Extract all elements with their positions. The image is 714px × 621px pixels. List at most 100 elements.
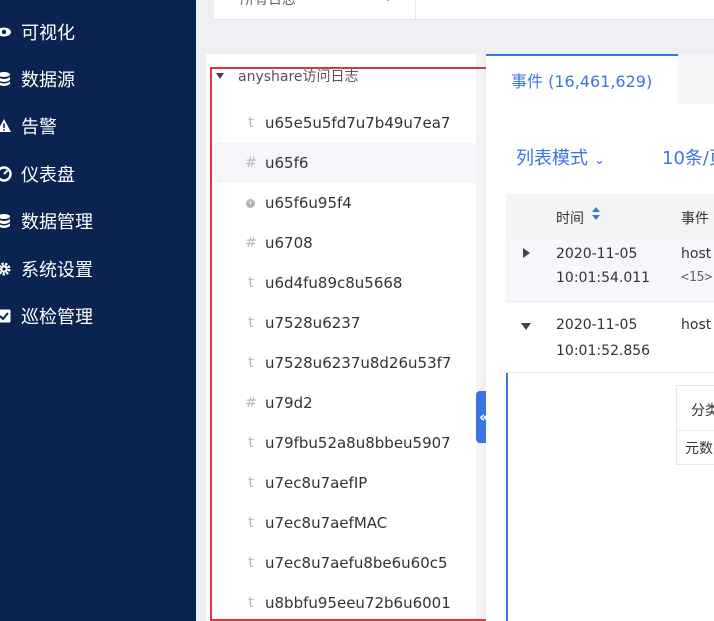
sidebar-item-label: 可视化: [21, 23, 75, 44]
column-header-time[interactable]: 时间: [556, 208, 584, 228]
field-name: u7ec8u7aefIP: [265, 474, 368, 492]
events-content: 列表模式 ⌄ 10条/页 时间 事件 2020-11-05 10:01:54.01…: [486, 104, 714, 621]
event-text: host: [681, 317, 712, 333]
text-type-icon: t: [248, 315, 254, 331]
field-name: u65f6u95f4: [265, 194, 352, 212]
expanded-row-indicator: [506, 373, 508, 621]
field-item[interactable]: # u65e5: [210, 88, 476, 103]
field-item[interactable]: u65f6u95f4: [210, 183, 476, 223]
field-item[interactable]: t u6d4fu89c8u5668: [210, 263, 476, 303]
field-name: u79fbu52a8u8bbeu5907: [265, 434, 451, 452]
field-name: u65f6: [265, 154, 309, 172]
event-time: 10:01:54.011: [556, 270, 651, 286]
page-size-select[interactable]: 10条/页: [662, 144, 714, 170]
number-type-icon: #: [245, 235, 257, 251]
warning-icon: [0, 118, 12, 134]
sidebar-item-data-management[interactable]: 数据管理: [0, 206, 93, 236]
table-row[interactable]: 2020-11-05 10:01:54.011 host <15>: [506, 240, 714, 302]
field-name: u65e5u5fd7u7b49u7ea7: [265, 114, 451, 132]
data-management-icon: [0, 213, 12, 229]
number-type-icon: #: [245, 155, 257, 171]
field-name: u7528u6237: [265, 314, 361, 332]
field-item[interactable]: t u8bbfu95eeu72b6u6001: [210, 583, 476, 621]
sidebar-item-alert[interactable]: 告警: [0, 111, 57, 141]
table-row[interactable]: 2020-11-05 10:01:52.856 host: [506, 303, 714, 373]
sidebar-item-visualization[interactable]: 可视化: [0, 17, 75, 47]
field-item[interactable]: t u7ec8u7aefu8be6u60c5: [210, 543, 476, 583]
top-bar: 所有日志 ⌄: [214, 0, 714, 20]
field-group-title: anyshare访问日志: [238, 69, 359, 85]
field-name: u7ec8u7aefu8be6u60c5: [265, 554, 448, 572]
field-item[interactable]: # u79d2: [210, 383, 476, 423]
sidebar-item-datasource[interactable]: 数据源: [0, 64, 75, 94]
sidebar: 可视化 数据源 告警 仪表盘 数据管理 系统设置 巡检管理: [0, 0, 196, 621]
text-type-icon: t: [248, 275, 254, 291]
field-name: u65e5: [265, 88, 312, 92]
field-item[interactable]: t u79fbu52a8u8bbeu5907: [210, 423, 476, 463]
view-mode-value: 列表模式: [516, 148, 588, 169]
sidebar-item-label: 系统设置: [21, 260, 93, 281]
field-name: u6d4fu89c8u5668: [265, 274, 403, 292]
text-type-icon: t: [248, 595, 254, 611]
event-date: 2020-11-05: [556, 246, 638, 262]
field-item[interactable]: # u65f6: [210, 143, 476, 183]
sidebar-item-label: 仪表盘: [21, 165, 75, 186]
text-type-icon: t: [248, 475, 254, 491]
events-tab-bar: 事件 (16,461,629): [486, 54, 714, 104]
sidebar-item-label: 数据管理: [21, 212, 93, 233]
sidebar-item-label: 数据源: [21, 70, 75, 91]
collapse-row-icon[interactable]: [521, 321, 533, 333]
database-icon: [0, 71, 12, 87]
field-list: # u65e5 t u65e5u5fd7u7b49u7ea7 # u65f6 u65f…: [210, 88, 476, 621]
field-item[interactable]: t u7ec8u7aefMAC: [210, 503, 476, 543]
field-panel-scrollbar[interactable]: [476, 54, 482, 621]
text-type-icon: t: [248, 115, 254, 131]
divider: [677, 430, 714, 431]
gauge-icon: [0, 166, 12, 182]
text-type-icon: t: [248, 515, 254, 531]
sort-icon[interactable]: [592, 207, 600, 225]
field-group-header[interactable]: anyshare访问日志: [216, 64, 359, 88]
field-item[interactable]: t u65e5u5fd7u7b49u7ea7: [210, 103, 476, 143]
sidebar-item-label: 告警: [21, 117, 57, 138]
event-date: 2020-11-05: [556, 317, 638, 333]
sidebar-item-dashboard[interactable]: 仪表盘: [0, 159, 75, 189]
log-source-select-value: 所有日志: [240, 0, 296, 8]
gear-icon: [0, 261, 12, 277]
clock-type-icon: [246, 198, 255, 208]
event-detail-card: 分类 元数: [676, 385, 714, 465]
expand-row-icon[interactable]: [521, 248, 533, 260]
sidebar-item-inspection[interactable]: 巡检管理: [0, 301, 93, 331]
event-text: host: [681, 246, 712, 262]
field-item[interactable]: # u6708: [210, 223, 476, 263]
eye-icon: [0, 24, 12, 40]
field-item[interactable]: t u7ec8u7aefIP: [210, 463, 476, 503]
field-name: u7528u6237u8d26u53f7: [265, 354, 452, 372]
view-mode-select[interactable]: 列表模式 ⌄: [516, 144, 605, 170]
sidebar-item-system-settings[interactable]: 系统设置: [0, 254, 93, 284]
field-item[interactable]: t u7528u6237u8d26u53f7: [210, 343, 476, 383]
text-type-icon: t: [248, 355, 254, 371]
field-name: u8bbfu95eeu72b6u6001: [265, 594, 451, 612]
event-time: 10:01:52.856: [556, 343, 651, 359]
chevron-down-icon: ⌄: [594, 153, 605, 168]
tab-bar-filler: [678, 54, 714, 104]
sidebar-item-label: 巡检管理: [21, 307, 93, 328]
column-header-event: 事件: [681, 211, 709, 227]
detail-tab-metadata[interactable]: 元数: [685, 438, 713, 458]
inspection-icon: [0, 308, 12, 324]
number-type-icon: #: [245, 395, 257, 411]
chevron-down-icon: ⌄: [382, 0, 394, 5]
field-name: u79d2: [265, 394, 313, 412]
text-type-icon: t: [248, 435, 254, 451]
field-item[interactable]: t u7528u6237: [210, 303, 476, 343]
field-name: u6708: [265, 234, 313, 252]
events-table-header: 时间 事件: [506, 194, 714, 240]
tab-events[interactable]: 事件 (16,461,629): [486, 54, 678, 104]
event-text-line2: <15>: [681, 270, 713, 285]
detail-tab-category[interactable]: 分类: [691, 400, 714, 420]
log-source-select[interactable]: 所有日志 ⌄: [214, 0, 416, 20]
caret-down-icon: [216, 73, 224, 79]
number-type-icon: #: [244, 88, 258, 91]
text-type-icon: t: [248, 555, 254, 571]
